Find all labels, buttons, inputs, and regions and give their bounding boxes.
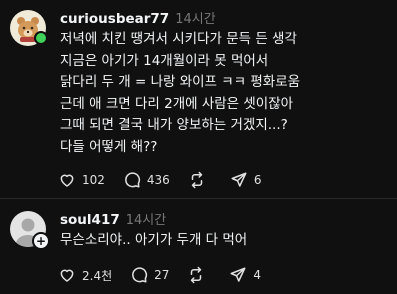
heart-icon (60, 269, 74, 282)
repost-icon (191, 266, 202, 284)
post-time: 14시간 (175, 12, 216, 27)
comment-icon (132, 267, 148, 283)
post-line: 근데 애 크면 다리 2개에 사람은 셋이잖아 (60, 95, 294, 112)
post-header: soul417 14시간 (60, 209, 166, 229)
share-count: 4 (253, 268, 262, 282)
post-line: 그때 되면 결국 내가 양보하는 거겠지...? (60, 117, 288, 133)
post-line: 지금은 아기가 14개월이라 못 먹어서 (60, 52, 269, 69)
post-time: 14시간 (125, 213, 167, 228)
share-icon (231, 172, 247, 187)
comment-count: 27 (154, 268, 170, 282)
username[interactable]: soul417 (60, 212, 120, 228)
follow-plus-icon[interactable]: + (32, 232, 50, 250)
share-count: 6 (253, 173, 262, 187)
like-count: 102 (82, 173, 105, 187)
post-actions: 102 436 6 (58, 170, 279, 190)
post-body: 저녁에 치킨 땡겨서 시키다가 문득 든 생각 지금은 아기가 14개월이라 못… (60, 29, 390, 158)
repost-button[interactable] (187, 266, 211, 284)
post-line: 무슨소리야.. 아기가 두개 다 먹어 (60, 232, 248, 248)
heart-icon (60, 174, 74, 187)
share-button[interactable]: 6 (230, 171, 262, 189)
post-actions: 2.4천 27 4 (58, 265, 279, 285)
comment-button[interactable]: 27 (130, 266, 169, 284)
repost-icon (191, 171, 203, 189)
avatar[interactable]: + (10, 211, 50, 250)
thread-post: curiousbear77 14시간 저녁에 치킨 땡겨서 시키다가 문득 든 생… (0, 0, 397, 198)
online-status-dot (34, 31, 48, 45)
comment-icon (125, 172, 140, 188)
comment-count: 436 (146, 173, 170, 187)
post-line: 닭다리 두 개 = 나랑 와이프 ㅋㅋ 평화로움 (60, 74, 301, 90)
like-count: 2.4천 (82, 268, 113, 283)
share-button[interactable]: 4 (229, 266, 261, 284)
username[interactable]: curiousbear77 (60, 11, 169, 27)
post-line: 저녁에 치킨 땡겨서 시키다가 문득 든 생각 (60, 31, 297, 47)
repost-button[interactable] (188, 171, 212, 189)
post-body: 무슨소리야.. 아기가 두개 다 먹어 (60, 230, 390, 252)
like-button[interactable]: 102 (58, 171, 105, 189)
thread-reply: + soul417 14시간 무슨소리야.. 아기가 두개 다 먹어 2.4천 2… (0, 199, 397, 294)
share-icon (230, 267, 246, 282)
post-line: 다들 어떻게 해?? (60, 138, 158, 155)
like-button[interactable]: 2.4천 (58, 266, 112, 284)
comment-button[interactable]: 436 (123, 171, 170, 189)
avatar[interactable] (10, 10, 48, 46)
post-header: curiousbear77 14시간 (60, 8, 216, 28)
